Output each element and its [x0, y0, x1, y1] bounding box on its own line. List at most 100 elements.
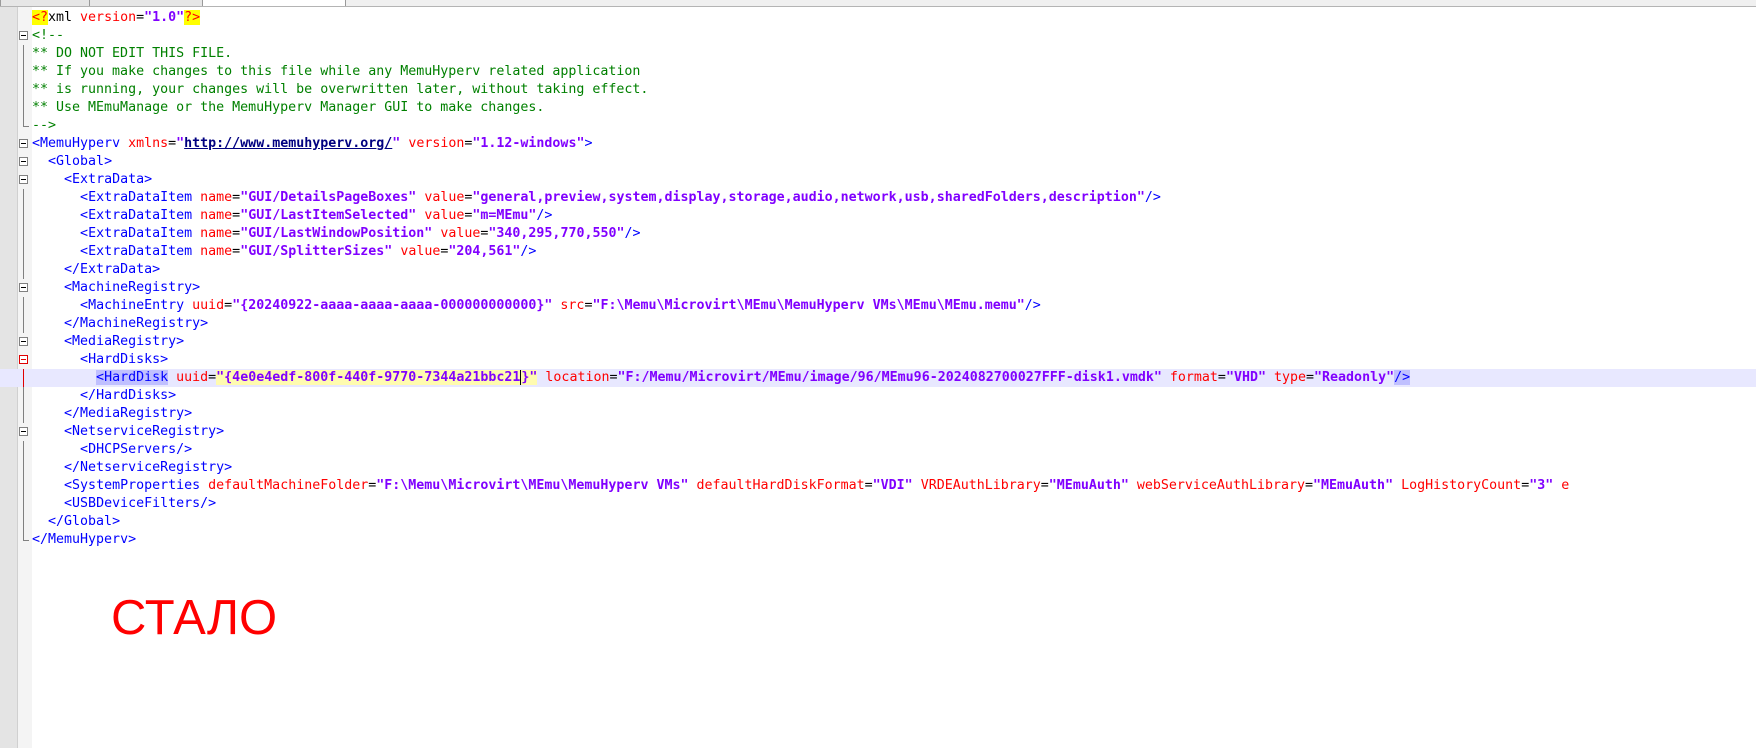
code-token: > — [584, 136, 593, 151]
code-line[interactable]: ** Use MEmuManage or the MemuHyperv Mana… — [0, 99, 1756, 117]
code-token: MachineRegistry — [80, 316, 201, 331]
code-token: " — [176, 136, 185, 151]
code-line[interactable]: <ExtraDataItem name="GUI/DetailsPageBoxe… — [0, 189, 1756, 207]
code-token: ** Use MEmuManage or the MemuHyperv Mana… — [32, 100, 545, 115]
code-token: < — [80, 442, 89, 457]
code-line[interactable]: </ExtraData> — [0, 261, 1756, 279]
code-line[interactable]: <Global> — [0, 153, 1756, 171]
code-token: = — [136, 10, 145, 25]
code-line[interactable]: <ExtraDataItem name="GUI/LastItemSelecte… — [0, 207, 1756, 225]
code-token: < — [80, 244, 89, 259]
code-line[interactable]: <!-- — [0, 27, 1756, 45]
fold-guide-line — [23, 495, 24, 513]
fold-toggle-icon[interactable] — [19, 283, 28, 292]
code-line[interactable]: <MachineRegistry> — [0, 279, 1756, 297]
fold-guide-line — [23, 369, 24, 387]
code-token: MediaRegistry — [80, 406, 185, 421]
code-line[interactable]: <?xml version="1.0"?> — [0, 9, 1756, 27]
code-token: = — [232, 208, 241, 223]
code-token: "GUI/DetailsPageBoxes" — [240, 190, 417, 205]
code-line[interactable]: <MachineEntry uuid="{20240922-aaaa-aaaa-… — [0, 297, 1756, 315]
code-line[interactable]: <USBDeviceFilters/> — [0, 495, 1756, 513]
code-token: = — [1305, 478, 1314, 493]
code-token: "3" — [1529, 478, 1554, 493]
code-line[interactable]: </Global> — [0, 513, 1756, 531]
code-token: < — [64, 280, 73, 295]
code-token: MachineEntry — [88, 298, 193, 313]
code-token: > — [152, 262, 161, 277]
code-token: version — [408, 136, 465, 151]
fold-guide-line — [23, 243, 24, 261]
code-token: "1.0" — [144, 10, 185, 25]
code-token: = — [232, 244, 241, 259]
code-text: <HardDisks> — [32, 351, 168, 369]
fold-guide-line — [23, 225, 24, 243]
code-token: "{20240922-aaaa-aaaa-aaaa-000000000000}" — [232, 298, 553, 313]
code-token: "{4e0e4edf-800f-440f-9770-7344a21bbc21 — [216, 370, 521, 385]
code-line[interactable]: ** If you make changes to this file whil… — [0, 63, 1756, 81]
code-line[interactable]: </HardDisks> — [0, 387, 1756, 405]
code-line[interactable]: <HardDisks> — [0, 351, 1756, 369]
code-text: </MediaRegistry> — [32, 405, 192, 423]
code-token: "MEmuAuth" — [1048, 478, 1129, 493]
code-line[interactable]: <ExtraDataItem name="GUI/LastWindowPosit… — [0, 225, 1756, 243]
code-token: "F:/Memu/Microvirt/MEmu/image/96/MEmu96-… — [617, 370, 1162, 385]
code-line[interactable]: <SystemProperties defaultMachineFolder="… — [0, 477, 1756, 495]
code-line[interactable]: </MachineRegistry> — [0, 315, 1756, 333]
code-token: SystemProperties — [72, 478, 209, 493]
code-line[interactable]: <MediaRegistry> — [0, 333, 1756, 351]
code-line[interactable]: </MemuHyperv> — [0, 531, 1756, 549]
code-token: "340,295,770,550" — [488, 226, 625, 241]
fold-guide-line — [23, 99, 24, 117]
code-token: ExtraDataItem — [88, 226, 201, 241]
code-token: xml — [48, 10, 81, 25]
code-text: <MemuHyperv xmlns="http://www.memuhyperv… — [32, 135, 592, 153]
code-token: --> — [32, 118, 57, 133]
code-token: value — [440, 226, 481, 241]
code-token: name — [200, 244, 233, 259]
code-text: <MachineRegistry> — [32, 279, 200, 297]
code-token: "m=MEmu" — [472, 208, 537, 223]
code-text: </HardDisks> — [32, 387, 176, 405]
code-token: uuid — [176, 370, 209, 385]
code-text: </ExtraData> — [32, 261, 160, 279]
fold-guide-line — [23, 63, 24, 81]
fold-toggle-icon[interactable] — [19, 427, 28, 436]
fold-guide-line — [23, 81, 24, 99]
code-token: </ — [48, 514, 65, 529]
fold-toggle-icon[interactable] — [19, 355, 28, 364]
code-token: HardDisks — [96, 388, 169, 403]
code-line[interactable]: <ExtraData> — [0, 171, 1756, 189]
code-token: > — [144, 172, 153, 187]
fold-toggle-icon[interactable] — [19, 175, 28, 184]
code-line[interactable]: ** DO NOT EDIT THIS FILE. — [0, 45, 1756, 63]
code-token: "GUI/SplitterSizes" — [240, 244, 393, 259]
code-line[interactable]: <NetserviceRegistry> — [0, 423, 1756, 441]
code-line[interactable]: <MemuHyperv xmlns="http://www.memuhyperv… — [0, 135, 1756, 153]
code-token: /> — [1144, 190, 1161, 205]
code-token: location — [545, 370, 610, 385]
code-token: Global — [56, 154, 105, 169]
code-token: < — [64, 478, 73, 493]
fold-toggle-icon[interactable] — [19, 31, 28, 40]
code-line[interactable]: <DHCPServers/> — [0, 441, 1756, 459]
fold-toggle-icon[interactable] — [19, 337, 28, 346]
code-line[interactable]: </MediaRegistry> — [0, 405, 1756, 423]
code-line[interactable]: </NetserviceRegistry> — [0, 459, 1756, 477]
fold-toggle-icon[interactable] — [19, 139, 28, 148]
fold-toggle-icon[interactable] — [19, 157, 28, 166]
code-token: = — [224, 298, 233, 313]
code-token: format — [1169, 370, 1218, 385]
code-token: ExtraDataItem — [88, 208, 201, 223]
fold-guide-line — [23, 459, 24, 477]
code-line-current[interactable]: <HardDisk uuid="{4e0e4edf-800f-440f-9770… — [0, 369, 1756, 387]
code-line[interactable]: <ExtraDataItem name="GUI/SplitterSizes" … — [0, 243, 1756, 261]
code-line[interactable]: ** is running, your changes will be over… — [0, 81, 1756, 99]
code-line[interactable]: --> — [0, 117, 1756, 135]
